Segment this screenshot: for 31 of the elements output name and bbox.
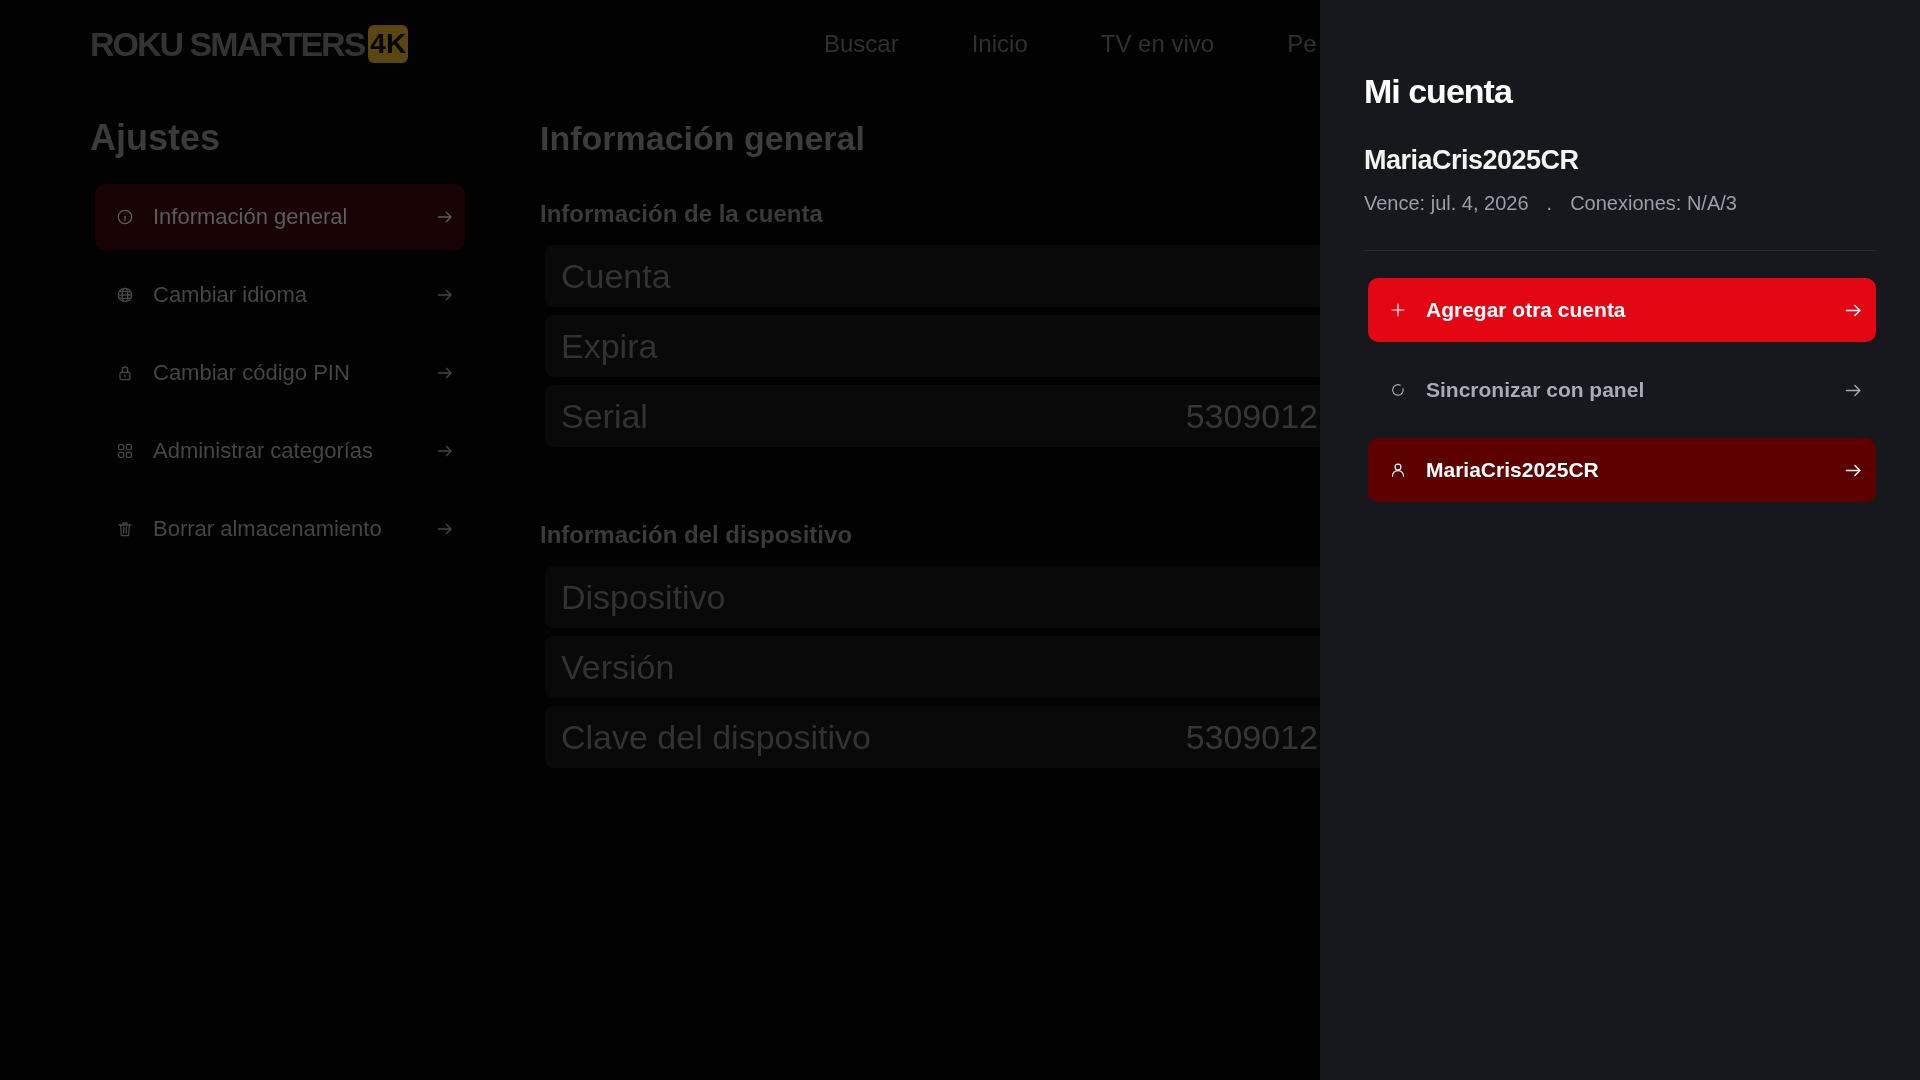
section-heading: Información del dispositivo [540,520,854,550]
plus-icon [1391,303,1405,317]
expiry-date: Vence: jul. 4, 2026 [1364,191,1529,216]
settings-menu-item[interactable]: Información general [95,184,465,250]
info-icon [117,209,133,225]
page-title: Información general [540,118,866,159]
username: MariaCris2025CR [1364,144,1580,177]
grid-icon [117,443,133,459]
arrow-right-icon [437,365,453,381]
panel-title: Mi cuenta [1364,71,1514,112]
arrow-right-icon [437,209,453,225]
settings-menu-item[interactable]: Administrar categorías [95,418,465,484]
logo-badge: 4K [368,25,409,63]
sync-icon [1391,383,1405,397]
connections-count: Conexiones: N/A/3 [1570,191,1737,216]
add-account-button[interactable]: Agregar otra cuenta [1368,278,1876,342]
section-heading: Información de la cuenta [540,199,824,229]
settings-menu-item[interactable]: Cambiar idioma [95,262,465,328]
arrow-right-icon [437,287,453,303]
account-button[interactable]: MariaCris2025CR [1368,438,1876,502]
arrow-right-icon [437,521,453,537]
sync-button[interactable]: Sincronizar con panel [1368,358,1876,422]
globe-icon [117,287,133,303]
user-icon [1391,463,1405,477]
settings-title: Ajustes [90,116,222,160]
separator-dot: . [1546,191,1553,216]
settings-menu-item[interactable]: Cambiar código PIN [95,340,465,406]
trash-icon [117,521,133,537]
settings-menu-item[interactable]: Borrar almacenamiento [95,496,465,562]
lock-icon [117,365,133,381]
arrow-right-icon [437,443,453,459]
